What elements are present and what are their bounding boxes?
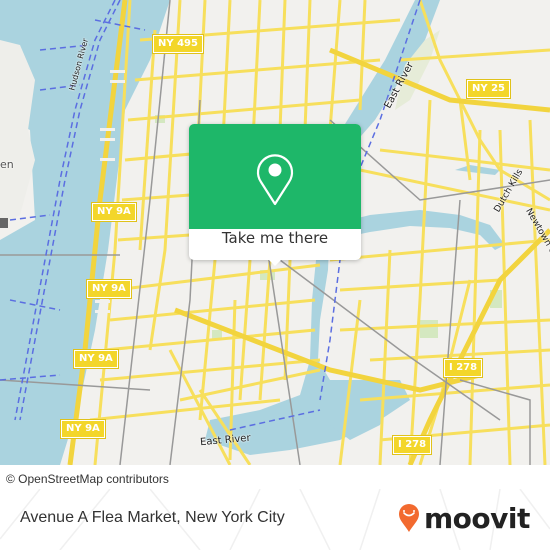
- route-shield-i278: I 278: [442, 358, 484, 378]
- osm-attribution[interactable]: © OpenStreetMap contributors: [0, 468, 175, 490]
- moovit-pin-icon: [399, 504, 419, 532]
- footer-bar: Avenue A Flea Market, New York City moov…: [0, 489, 550, 550]
- osm-attribution-text[interactable]: © OpenStreetMap contributors: [6, 472, 169, 486]
- route-shield-ny9a: NY 9A: [60, 419, 106, 439]
- route-shield-i278: I 278: [391, 435, 433, 455]
- route-shield-ny9a: NY 9A: [91, 202, 137, 222]
- take-me-there-button[interactable]: Take me there: [189, 229, 361, 260]
- route-shield-ny25: NY 25: [465, 79, 512, 99]
- moovit-logo[interactable]: moovit: [398, 500, 530, 536]
- route-shield-ny495: NY 495: [152, 34, 204, 54]
- popup-pointer: [267, 258, 283, 266]
- map-pin-icon: [256, 154, 294, 206]
- route-shield-ny9a: NY 9A: [86, 279, 132, 299]
- place-label-hoboken: en: [0, 158, 14, 171]
- destination-popup: Take me there: [189, 124, 361, 266]
- place-name: Avenue A Flea Market, New York City: [20, 509, 285, 526]
- moovit-wordmark: moovit: [424, 501, 530, 535]
- popup-header: [189, 124, 361, 229]
- route-shield-ny9a: NY 9A: [73, 349, 119, 369]
